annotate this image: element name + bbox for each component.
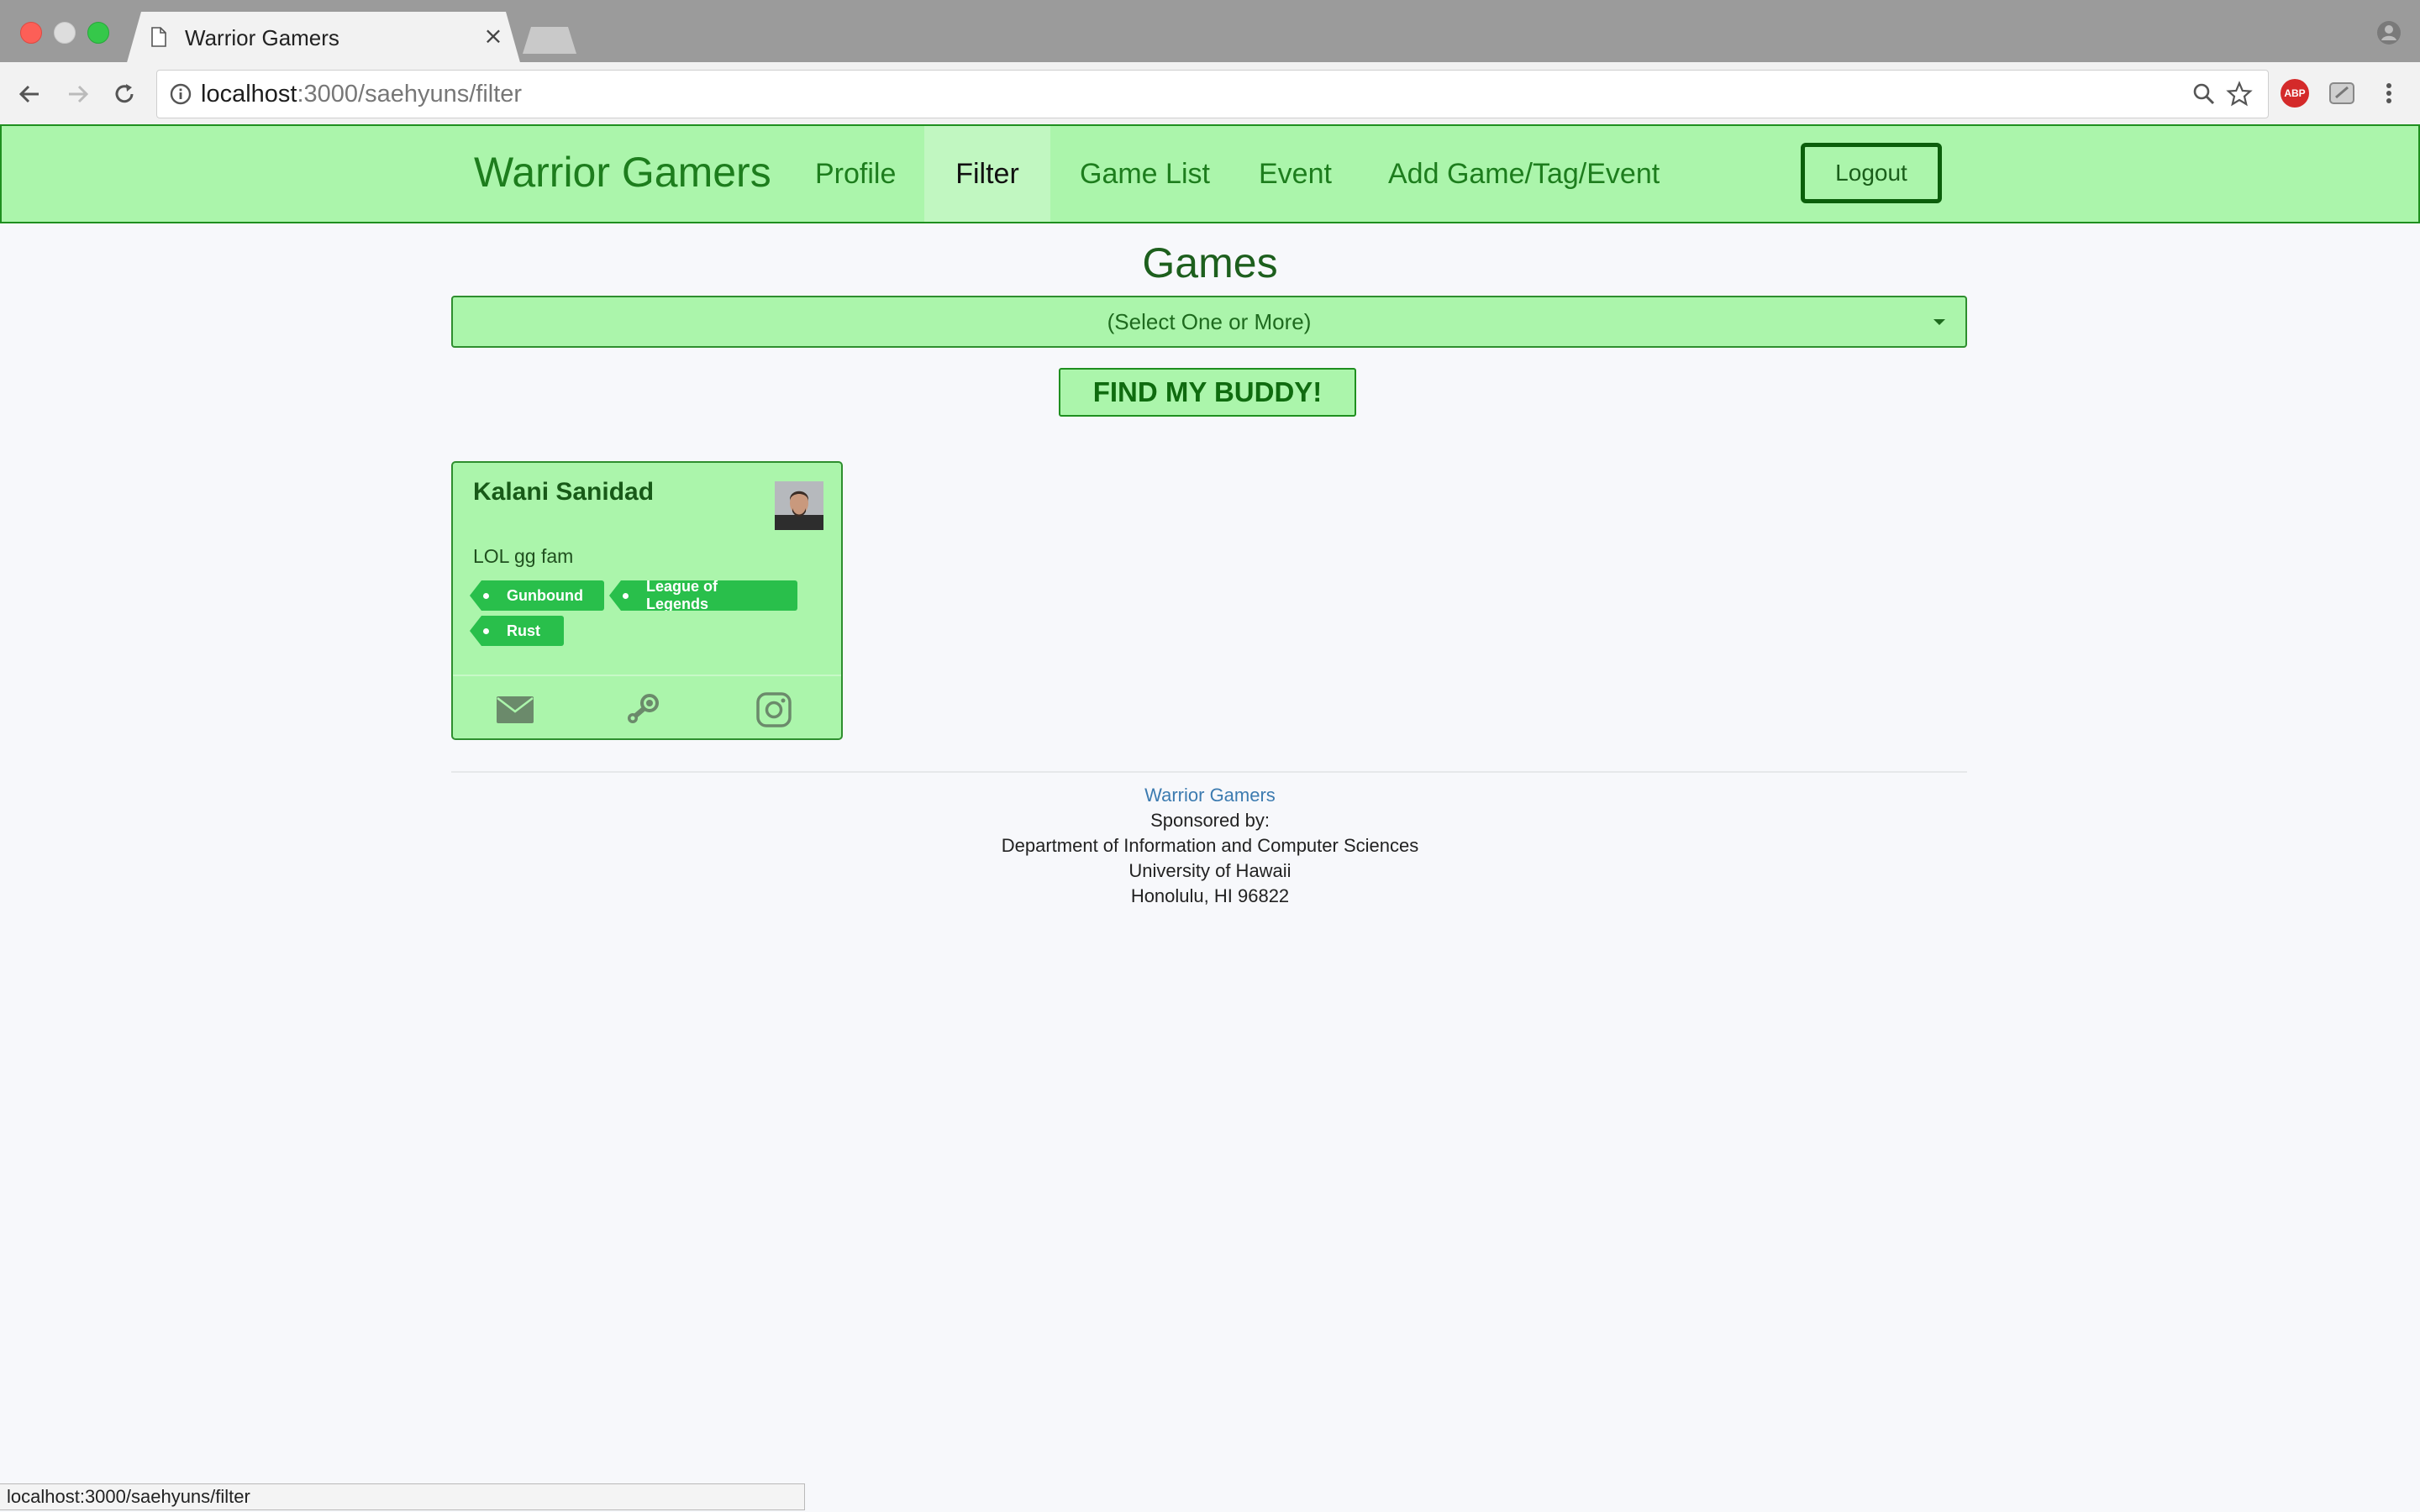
tag-label: Rust xyxy=(507,622,540,639)
page-content: Warrior Gamers Profile Filter Game List … xyxy=(0,124,2420,1483)
tag-rust: Rust xyxy=(470,616,564,646)
status-bar-url: localhost:3000/saehyuns/filter xyxy=(0,1483,805,1510)
nav-item-game-list[interactable]: Game List xyxy=(1050,126,1240,222)
adblock-extension-icon[interactable]: ABP xyxy=(2281,79,2309,108)
tag-label: League of Legends xyxy=(646,578,718,612)
footer-line: Honolulu, HI 96822 xyxy=(1130,885,1290,906)
instagram-icon[interactable] xyxy=(754,691,794,728)
user-description: LOL gg fam xyxy=(473,545,574,567)
footer-site-link[interactable]: Warrior Gamers xyxy=(0,783,2420,808)
tab-close-icon[interactable]: × xyxy=(479,22,508,50)
find-my-buddy-button[interactable]: FIND MY BUDDY! xyxy=(1059,368,1356,417)
user-card: Kalani Sanidad LOL gg fam Gunbound Leagu… xyxy=(451,461,843,740)
url-path: :3000/saehyuns/filter xyxy=(297,81,523,108)
close-window-button[interactable] xyxy=(20,22,42,44)
document-icon xyxy=(151,27,166,47)
reload-icon[interactable] xyxy=(108,77,141,111)
maximize-window-button[interactable] xyxy=(87,22,109,44)
select-placeholder: (Select One or More) xyxy=(1107,308,1312,334)
minimize-window-button[interactable] xyxy=(54,22,76,44)
card-divider xyxy=(453,675,841,676)
url-text: localhost:3000/saehyuns/filter xyxy=(201,81,522,108)
tag-gunbound: Gunbound xyxy=(470,580,604,611)
brand-logo-text[interactable]: Warrior Gamers xyxy=(474,148,771,197)
extension-icon[interactable] xyxy=(2328,79,2356,108)
site-navbar: Warrior Gamers Profile Filter Game List … xyxy=(0,124,2420,223)
url-host: localhost xyxy=(201,81,297,108)
zoom-icon[interactable] xyxy=(2191,81,2217,108)
logout-button[interactable]: Logout xyxy=(1801,143,1942,203)
nav-item-filter[interactable]: Filter xyxy=(924,126,1050,222)
info-icon[interactable] xyxy=(169,82,192,106)
tag-label: Gunbound xyxy=(507,586,583,604)
envelope-icon[interactable] xyxy=(495,691,535,728)
caret-down-icon xyxy=(1933,319,1945,325)
footer: Warrior Gamers Sponsored by: Department … xyxy=(0,783,2420,909)
browser-tab[interactable]: Warrior Gamers × xyxy=(126,12,521,66)
tag-dot xyxy=(483,593,489,599)
menu-dots-icon[interactable] xyxy=(2376,79,2402,108)
tag-league-of-legends: League of Legends xyxy=(609,580,797,611)
forward-arrow-icon[interactable] xyxy=(60,77,94,111)
user-profile-icon[interactable] xyxy=(2376,20,2402,45)
footer-line: University of Hawaii xyxy=(1128,860,1292,881)
bookmark-star-icon[interactable] xyxy=(2226,81,2253,108)
footer-line: Department of Information and Computer S… xyxy=(1001,835,1419,856)
tag-dot xyxy=(623,593,629,599)
tag-dot xyxy=(483,628,489,634)
footer-divider xyxy=(451,771,1967,773)
back-arrow-icon[interactable] xyxy=(13,77,47,111)
avatar xyxy=(775,481,823,530)
browser-toolbar: localhost:3000/saehyuns/filter ABP xyxy=(0,62,2420,125)
steam-icon[interactable] xyxy=(623,691,663,728)
user-name: Kalani Sanidad xyxy=(473,478,655,506)
games-heading: Games xyxy=(1142,239,1278,286)
nav-item-event[interactable]: Event xyxy=(1228,126,1362,222)
new-tab-button[interactable] xyxy=(523,27,576,54)
footer-line: Sponsored by: xyxy=(1150,810,1270,831)
nav-item-add-game-tag-event[interactable]: Add Game/Tag/Event xyxy=(1358,126,1690,222)
tab-title: Warrior Gamers xyxy=(185,25,339,50)
address-bar[interactable]: localhost:3000/saehyuns/filter xyxy=(156,70,2269,118)
browser-titlebar: Warrior Gamers × xyxy=(0,0,2420,66)
nav-item-profile[interactable]: Profile xyxy=(785,126,926,222)
games-multiselect[interactable]: (Select One or More) xyxy=(451,296,1967,348)
